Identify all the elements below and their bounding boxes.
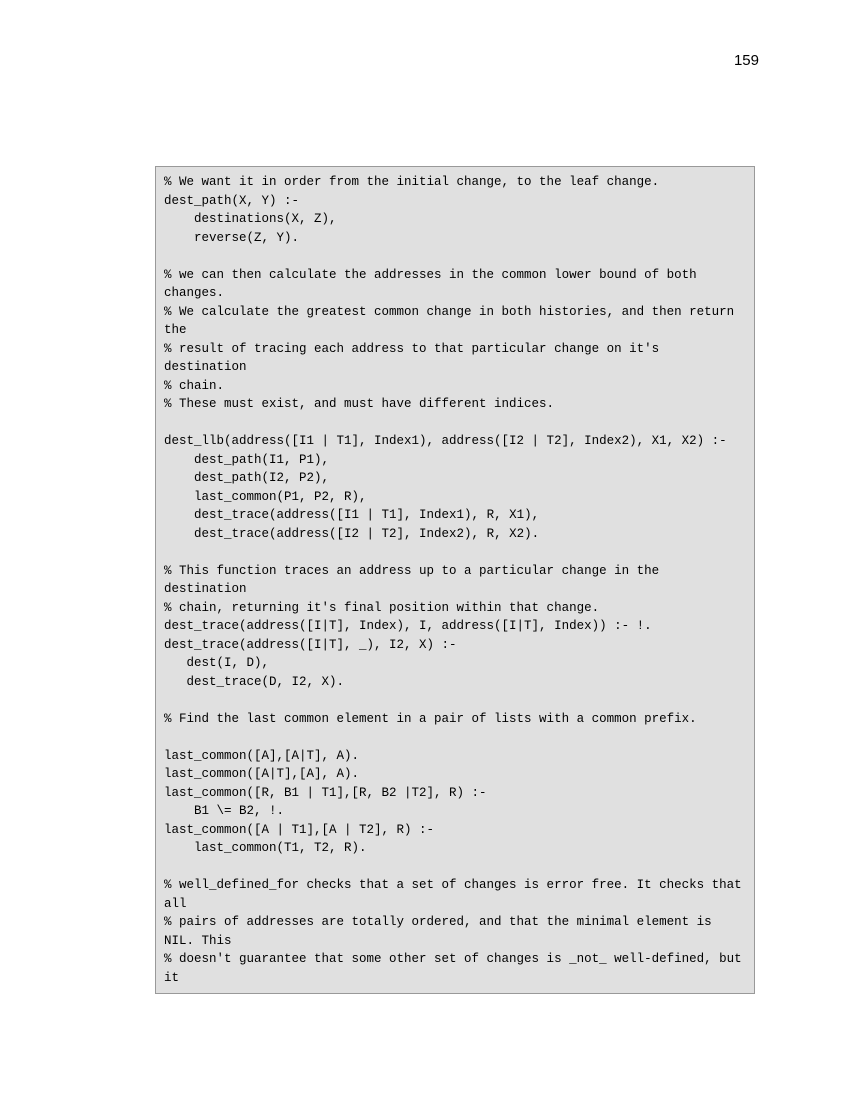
page-number: 159 [734,52,759,69]
code-block: % We want it in order from the initial c… [155,166,755,994]
